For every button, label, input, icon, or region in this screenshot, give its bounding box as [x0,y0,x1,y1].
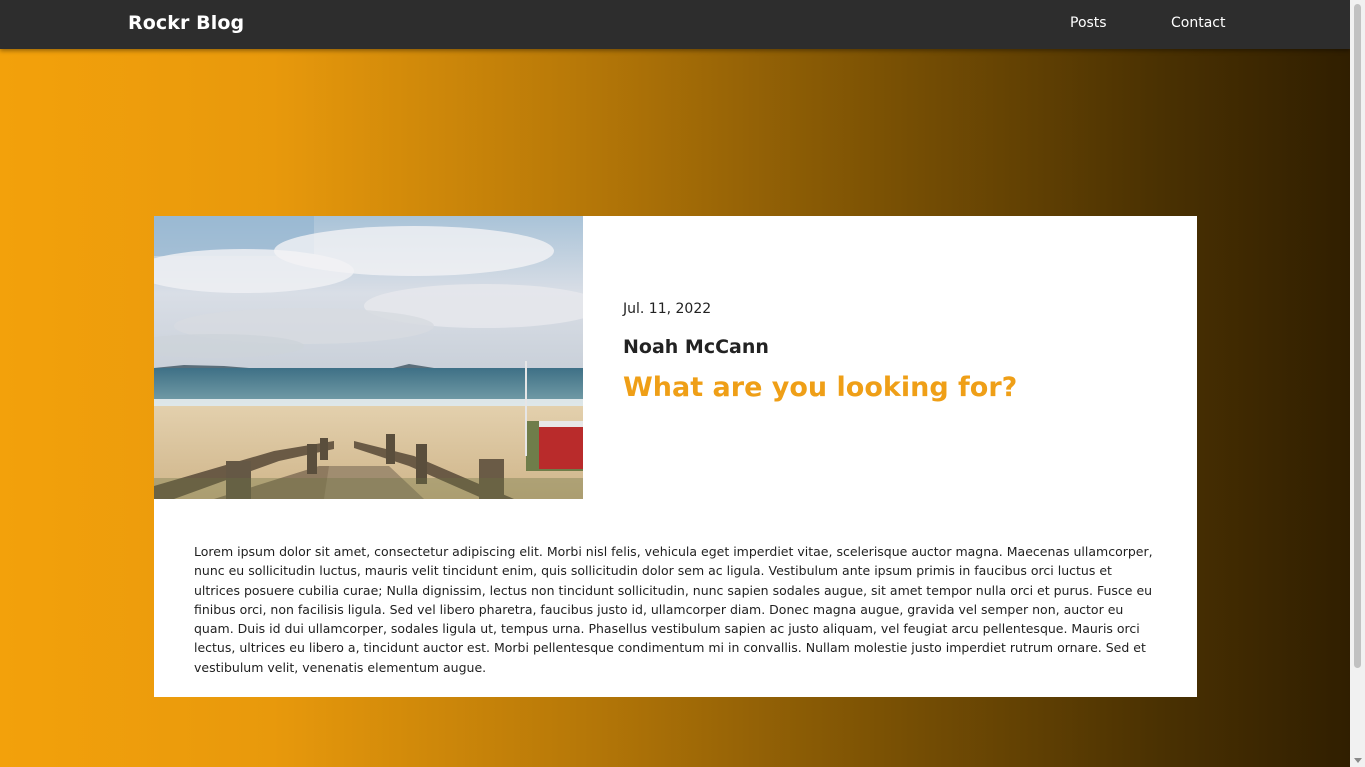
vertical-scrollbar[interactable] [1350,0,1365,767]
top-navbar: Rockr Blog Posts Contact [0,0,1350,49]
nav-contact-link[interactable]: Contact [1171,15,1225,31]
post-author: Noah McCann [623,336,769,358]
nav-posts-link[interactable]: Posts [1070,15,1107,31]
brand-logo[interactable]: Rockr Blog [128,12,244,34]
post-body: Lorem ipsum dolor sit amet, consectetur … [194,544,1153,675]
post-card: Jul. 11, 2022 Noah McCann What are you l… [154,216,1197,697]
post-photo [154,216,583,499]
scrollbar-thumb[interactable] [1354,4,1361,668]
post-date: Jul. 11, 2022 [623,301,712,317]
post-title: What are you looking for? [623,372,1018,403]
scroll-down-arrow-icon[interactable] [1354,758,1362,763]
